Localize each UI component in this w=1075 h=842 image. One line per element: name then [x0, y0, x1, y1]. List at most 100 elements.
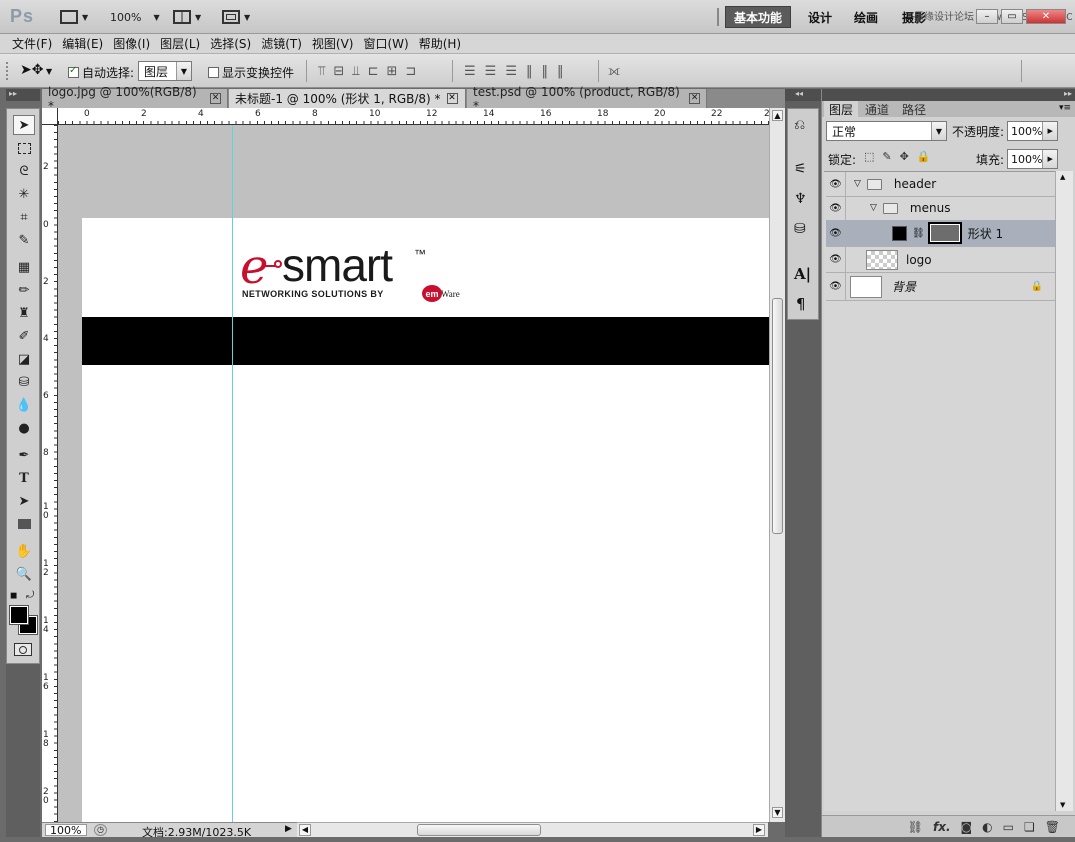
lock-transparent-icon[interactable]: ⬚	[864, 150, 874, 163]
dodge-tool[interactable]: ●	[13, 418, 35, 438]
clone-source-panel-icon[interactable]: ⛁	[794, 221, 806, 237]
arrange-documents-button[interactable]: ▼	[173, 7, 201, 27]
launch-bridge-button[interactable]: ▼	[60, 7, 88, 27]
status-info-icon[interactable]: ◷	[94, 824, 107, 836]
path-selection-tool[interactable]: ➤	[13, 491, 35, 511]
hand-tool[interactable]: ✋	[13, 541, 35, 561]
tool-preset-picker[interactable]: ➤✥ ▼	[20, 62, 52, 78]
layer-row-header[interactable]: 👁 ▽ header	[826, 171, 1057, 197]
horizontal-scrollbar[interactable]: ◀ ▶	[297, 822, 768, 837]
layer-row-menus[interactable]: 👁 ▽ menus	[826, 195, 1057, 221]
minimize-button[interactable]: –	[976, 9, 998, 24]
menu-help[interactable]: 帮助(H)	[415, 35, 467, 52]
tab-channels[interactable]: 通道	[860, 101, 894, 117]
layers-scrollbar[interactable]: ▲ ▼	[1055, 171, 1073, 811]
vertical-scroll-thumb[interactable]	[772, 298, 783, 534]
status-menu-arrow-icon[interactable]: ▶	[285, 824, 292, 834]
maximize-button[interactable]: ▭	[1001, 9, 1023, 24]
horizontal-scroll-thumb[interactable]	[417, 824, 541, 836]
scroll-up-button[interactable]: ▲	[772, 110, 783, 121]
quick-mask-button[interactable]	[14, 643, 32, 656]
scroll-right-button[interactable]: ▶	[753, 824, 765, 836]
character-panel-icon[interactable]: A|	[794, 265, 811, 283]
usb-styles-panel-icon[interactable]: ♆	[794, 191, 807, 207]
close-icon[interactable]: ✕	[689, 93, 700, 104]
layer-row-shape-1[interactable]: 👁 ⛓ 形状 1	[826, 219, 1057, 247]
scroll-left-button[interactable]: ◀	[299, 824, 311, 836]
horizontal-ruler[interactable]: 0 2 4 6 8 10 12 14 16 18 20 22 2	[58, 108, 769, 125]
collapse-panel-icon[interactable]: ▸▸	[1064, 89, 1072, 98]
new-layer-icon[interactable]: ❏	[1024, 820, 1035, 834]
link-layers-icon[interactable]: ⛓	[908, 820, 923, 834]
menu-image[interactable]: 图像(I)	[109, 35, 156, 52]
opacity-field[interactable]: 100% ▶	[1007, 121, 1058, 141]
vertical-scrollbar[interactable]: ▲ ▼	[769, 108, 785, 822]
disclosure-triangle-icon[interactable]: ▽	[854, 179, 861, 189]
distribute-top-icon[interactable]: ☰	[464, 64, 476, 79]
link-chain-icon[interactable]: ⛓	[912, 228, 925, 239]
align-left-icon[interactable]: ⊏	[368, 64, 379, 79]
tab-test-psd[interactable]: test.psd @ 100% (product, RGB/8) * ✕	[467, 85, 707, 113]
workspace-essentials[interactable]: 基本功能	[725, 6, 792, 28]
distribute-hcenter-icon[interactable]: ‖	[541, 64, 548, 79]
blend-mode-dropdown[interactable]: 正常 ▼	[826, 121, 947, 141]
vertical-guide-line[interactable]	[232, 125, 233, 822]
eye-icon[interactable]: 👁	[826, 195, 846, 221]
esmart-logo[interactable]: e smart ™ NETWORKING SOLUTIONS BY em War…	[240, 241, 480, 305]
layer-row-logo[interactable]: 👁 logo	[826, 246, 1057, 273]
delete-layer-trash-icon[interactable]: 🗑	[1045, 820, 1060, 834]
auto-select-check[interactable]	[68, 65, 79, 78]
foreground-color-swatch[interactable]	[9, 605, 29, 625]
scroll-down-button[interactable]: ▼	[772, 807, 783, 818]
distribute-bottom-icon[interactable]: ☰	[505, 64, 517, 79]
canvas-area[interactable]: e smart ™ NETWORKING SOLUTIONS BY em War…	[58, 125, 769, 822]
paragraph-panel-icon[interactable]: ¶	[796, 295, 806, 313]
ruler-origin[interactable]	[42, 108, 58, 125]
crop-tool[interactable]: ⌗	[13, 207, 35, 227]
lasso-tool[interactable]: ᘓ	[13, 161, 35, 181]
document-canvas[interactable]	[82, 218, 769, 822]
auto-select-dropdown[interactable]: 图层 ▼	[138, 61, 192, 81]
zoom-tool[interactable]: 🔍	[13, 564, 35, 584]
vertical-ruler[interactable]: 2 0 2 4 6 8 1 0 1 2 1 4 1 6 1 8 2 0	[42, 125, 58, 822]
screen-mode-button[interactable]: ▼	[222, 7, 250, 27]
eye-icon[interactable]: 👁	[826, 272, 846, 301]
lock-position-move-icon[interactable]: ✥	[900, 150, 909, 163]
layer-row-background[interactable]: 👁 背景 🔒	[826, 272, 1057, 301]
tab-layers[interactable]: 图层	[824, 101, 859, 117]
grip-handle[interactable]	[6, 62, 12, 80]
menu-view[interactable]: 视图(V)	[308, 35, 360, 52]
marquee-tool[interactable]	[13, 138, 35, 158]
chevron-right-icon[interactable]: ▶	[1042, 122, 1057, 140]
chevron-down-icon[interactable]: ▼	[1060, 801, 1065, 809]
brush-tool[interactable]: ✏	[13, 280, 35, 300]
lock-pixels-brush-icon[interactable]: ✎	[882, 150, 891, 163]
shape-layer-black-bar[interactable]	[82, 317, 769, 365]
lock-all-icon[interactable]: 🔒	[917, 150, 931, 163]
eraser-tool[interactable]: ◪	[13, 349, 35, 369]
tab-paths[interactable]: 路径	[897, 101, 931, 117]
menu-filter[interactable]: 滤镜(T)	[257, 35, 308, 52]
type-tool[interactable]: T	[13, 468, 35, 488]
align-right-icon[interactable]: ⊐	[405, 64, 416, 79]
blur-tool[interactable]: 💧	[13, 395, 35, 415]
eyedropper-tool[interactable]: ✎	[13, 230, 35, 250]
healing-brush-tool[interactable]: ▦	[13, 257, 35, 277]
menu-select[interactable]: 选择(S)	[206, 35, 257, 52]
dock-collapse-button[interactable]: ◂◂	[785, 89, 821, 101]
shape-tool[interactable]	[13, 514, 35, 534]
chevron-right-icon[interactable]: ▶	[1042, 150, 1057, 168]
zoom-field[interactable]: 100%	[45, 824, 87, 836]
show-transform-checkbox[interactable]: 显示变换控件	[208, 64, 294, 81]
clone-stamp-tool[interactable]: ♜	[13, 303, 35, 323]
distribute-left-icon[interactable]: ‖	[526, 64, 533, 79]
panel-menu-icon[interactable]: ▾≡	[1059, 103, 1071, 113]
auto-align-layers-icon[interactable]: ⟗	[608, 63, 620, 79]
pen-tool[interactable]: ✒	[13, 445, 35, 465]
chevron-up-icon[interactable]: ▲	[1060, 173, 1065, 181]
close-icon[interactable]: ✕	[210, 93, 221, 104]
align-bottom-icon[interactable]: ⫫	[352, 64, 359, 79]
move-tool[interactable]: ➤	[13, 115, 35, 135]
workspace-design[interactable]: 设计	[800, 6, 840, 28]
history-panel-icon[interactable]: ⎌	[794, 117, 805, 133]
